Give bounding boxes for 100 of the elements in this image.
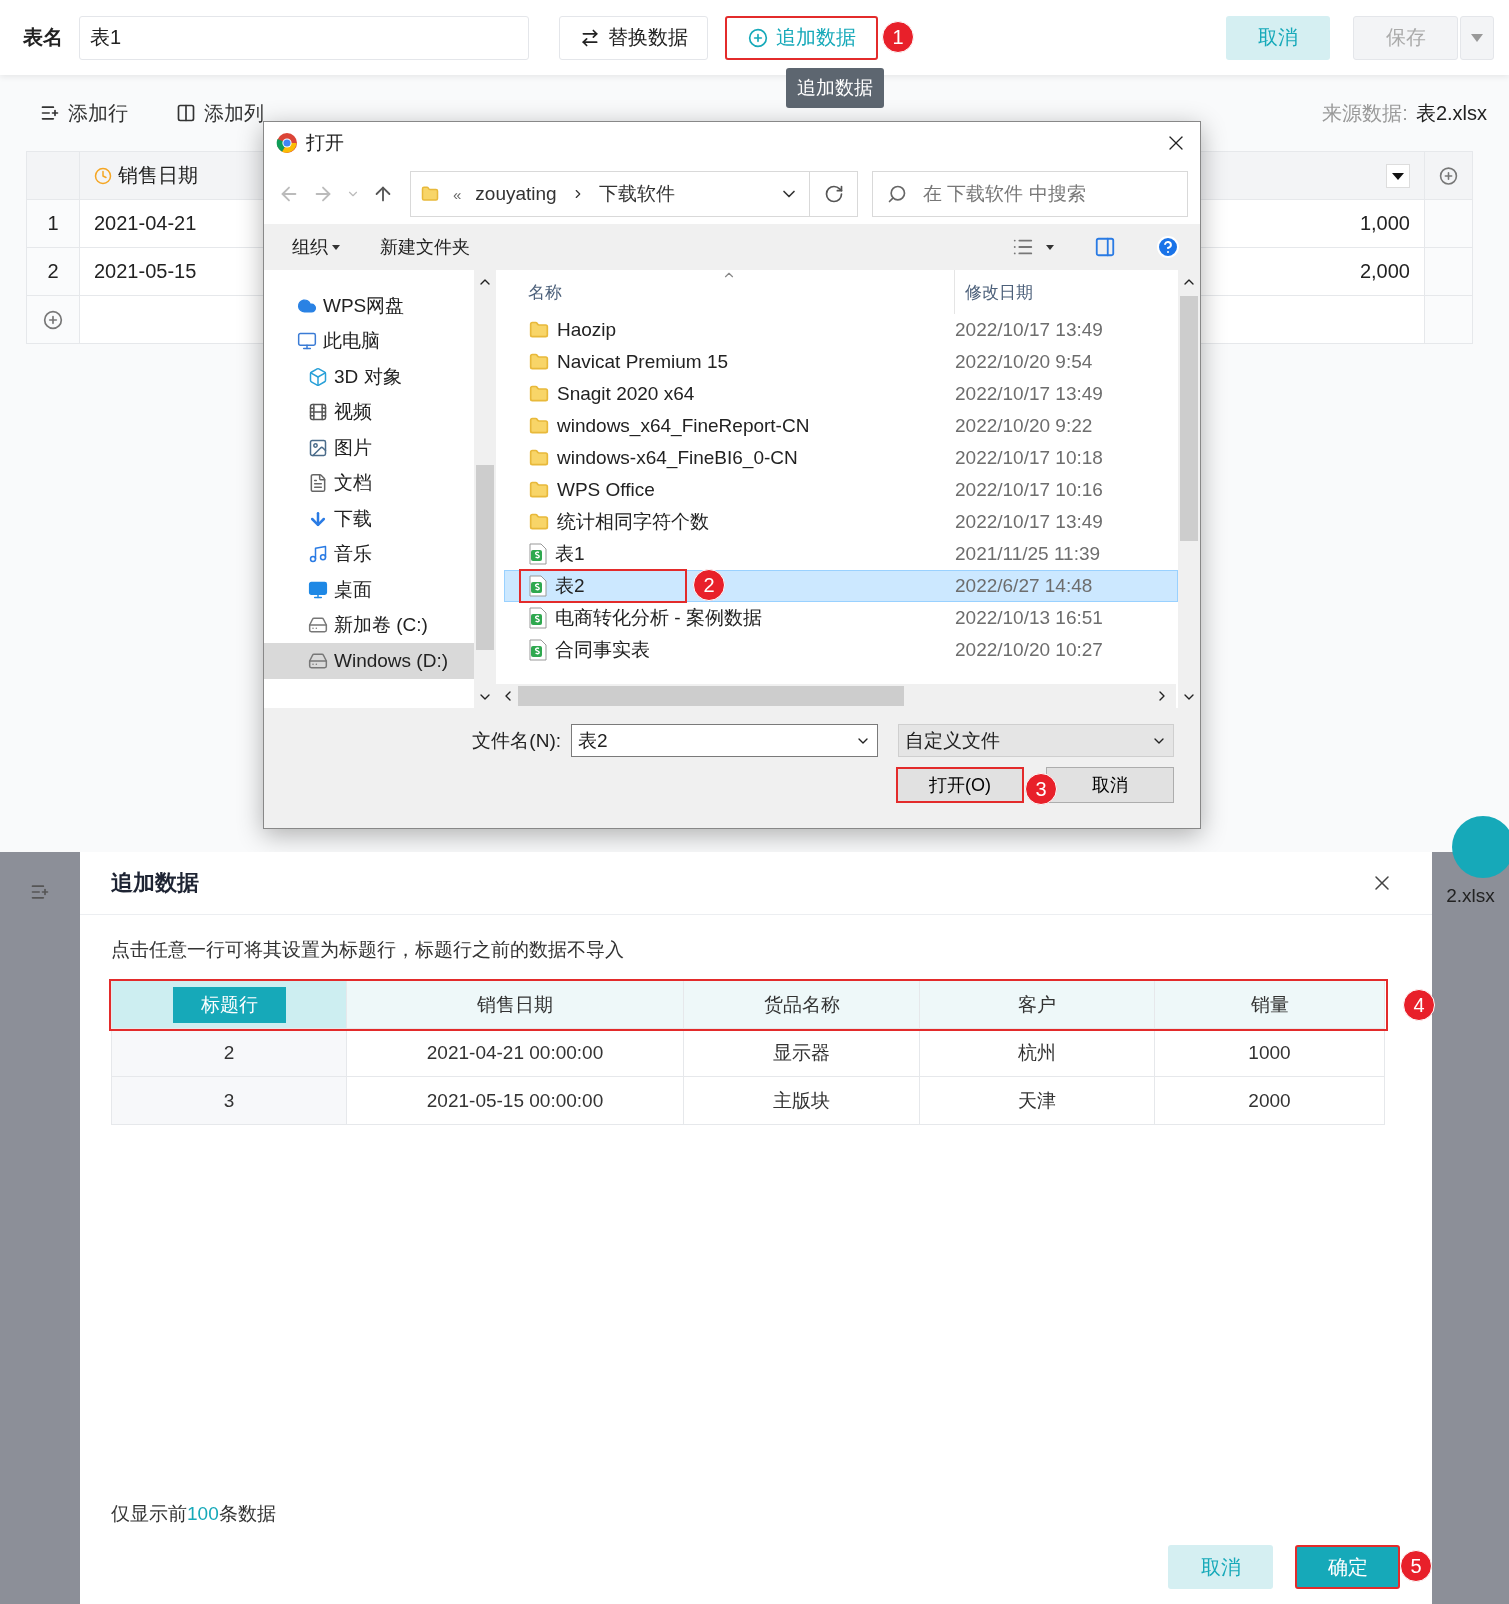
preview-pane-icon[interactable] [1094,236,1116,258]
add-column-icon[interactable] [1439,165,1458,186]
folder-icon [529,448,549,468]
instruction-text: 点击任意一行可将其设置为标题行，标题行之前的数据不导入 [111,938,625,962]
browser-logo-icon [276,132,298,154]
table-cell: 2021-05-15 00:00:00 [347,1077,684,1125]
refresh-button[interactable] [810,171,858,217]
table-cell: 1000 [1155,1029,1385,1077]
table-cell: 显示器 [684,1029,920,1077]
spreadsheet-file-icon [529,543,547,565]
file-type-select[interactable]: 自定义文件 [898,724,1174,757]
callout-badge: 2 [693,569,725,601]
open-button[interactable]: 打开(O) [896,767,1024,803]
add-column-icon [176,103,196,123]
search-icon [887,184,907,204]
cube-icon [308,366,328,387]
column-header: 货品名称 [684,981,920,1029]
nav-item[interactable]: 桌面 [264,572,474,608]
table-name-field[interactable]: 表1 [79,15,529,60]
source-file: 表2.xlsx [1415,100,1487,126]
column-header: 销量 [1155,981,1385,1029]
nav-item[interactable]: 3D 对象 [264,359,474,395]
nav-item[interactable]: 图片 [264,430,474,466]
spreadsheet-file-icon [529,639,547,661]
add-row-icon[interactable] [43,309,63,330]
table-cell: 2000 [1155,1077,1385,1125]
table-cell: 天津 [920,1077,1155,1125]
caret-icon [1471,33,1483,42]
add-row-button[interactable]: 添加行 [40,99,128,127]
table-name-label: 表名 [23,25,63,50]
file-row[interactable]: Navicat Premium 15 2022/10/20 9:54 [504,346,1178,378]
file-row[interactable]: WPS Office 2022/10/17 10:16 [504,474,1178,506]
file-row[interactable]: windows-x64_FineBI6_0-CN 2022/10/17 10:18 [504,442,1178,474]
source-label: 来源数据: [1322,100,1408,126]
image-icon [308,437,328,458]
callout-badge: 5 [1400,1550,1432,1582]
column-header[interactable]: 修改日期 [954,270,1033,314]
folder-icon [529,512,549,532]
file-row[interactable]: windows_x64_FineReport-CN 2022/10/20 9:22 [504,410,1178,442]
file-name-label: 文件名(N): [472,728,561,753]
folder-icon [529,320,549,340]
refresh-icon [823,184,844,204]
nav-item[interactable]: Windows (D:) [264,643,474,679]
callout-badge: 1 [882,21,914,53]
add-row-icon [30,882,50,902]
folder-icon [529,480,549,500]
column-menu-icon[interactable] [1386,163,1410,188]
add-column-button[interactable]: 添加列 [176,99,264,127]
file-row[interactable]: 统计相同字符个数 2022/10/17 13:49 [504,506,1178,538]
replace-data-button[interactable]: 替换数据 [559,15,708,60]
folder-icon [529,384,549,404]
file-row[interactable]: 表2 2 2022/6/27 14:48 [504,570,1178,602]
row-number: 2 [27,248,80,296]
row-number: 3 [112,1077,347,1125]
scrollbar[interactable] [494,684,1176,708]
tooltip: 追加数据 [786,68,884,108]
clock-icon [94,166,112,185]
computer-icon [297,331,317,352]
file-row[interactable]: 表1 2021/11/25 11:39 [504,538,1178,570]
address-bar[interactable]: « zouyating 下载软件 [410,171,810,217]
save-menu-button[interactable] [1460,15,1494,60]
add-row-icon [40,103,60,123]
file-name-field[interactable]: 表2 [571,724,878,757]
table-cell: 杭州 [920,1029,1155,1077]
document-icon [308,473,328,494]
folder-icon [529,416,549,436]
film-icon [308,402,328,423]
cancel-button[interactable]: 取消 [1046,767,1174,803]
file-row[interactable]: 电商转化分析 - 案例数据 2022/10/13 16:51 [504,602,1178,634]
table-cell: 主版块 [684,1077,920,1125]
help-icon[interactable] [1156,235,1180,259]
file-row[interactable]: Haozip 2022/10/17 13:49 [504,314,1178,346]
column-header: 销售日期 [347,981,684,1029]
preview-limit-note: 仅显示前100条数据 [111,1502,277,1526]
nav-item[interactable]: 此电脑 [264,323,474,359]
file-row[interactable]: 合同事实表 2022/10/20 10:27 [504,634,1178,666]
nav-item[interactable]: 音乐 [264,536,474,572]
column-header: 客户 [920,981,1155,1029]
window-title: 打开 [306,131,344,155]
table-cell: 2021-04-21 00:00:00 [347,1029,684,1077]
nav-item[interactable]: 新加卷 (C:) [264,607,474,643]
folder-icon [529,352,549,372]
dialog-title: 追加数据 [111,869,199,897]
desktop-icon [308,579,328,600]
row-number: 1 [27,200,80,248]
nav-item[interactable]: 视频 [264,394,474,430]
row-number: 2 [112,1029,347,1077]
caret-icon [332,244,340,250]
callout-badge: 4 [1403,989,1435,1021]
spreadsheet-file-icon [529,575,547,597]
folder-icon [421,185,439,203]
file-row[interactable]: Snagit 2020 x64 2022/10/17 13:49 [504,378,1178,410]
caret-icon[interactable] [1046,244,1054,250]
music-icon [308,544,328,565]
search-field[interactable]: 在 下载软件 中搜索 [872,171,1188,217]
header-row-tag: 标题行 [172,986,286,1023]
callout-badge: 3 [1025,773,1057,805]
nav-item[interactable]: 下载 [264,501,474,537]
spreadsheet-file-icon [529,607,547,629]
nav-item[interactable]: 文档 [264,465,474,501]
